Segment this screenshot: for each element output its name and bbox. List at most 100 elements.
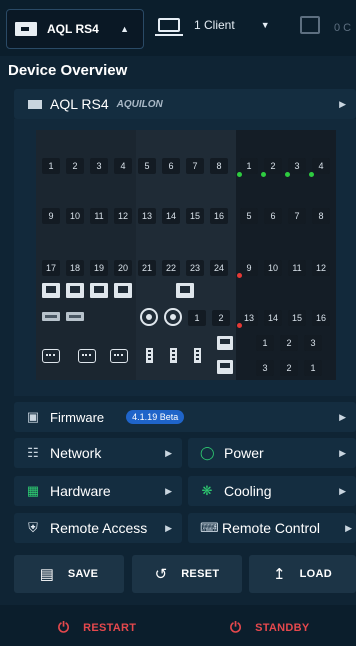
top-right-label: 0 C [334, 22, 352, 34]
hdmi-port-icon [217, 336, 233, 350]
input-port[interactable]: 4 [114, 158, 132, 174]
aux-port[interactable]: 1 [304, 360, 322, 376]
status-led [237, 323, 242, 328]
ethernet-port-icon [176, 283, 194, 298]
network-item[interactable]: ☷ Network ▶ [14, 438, 182, 468]
output-port[interactable]: 4 [312, 158, 330, 174]
mid-port[interactable]: 1 [188, 310, 206, 326]
din-connector-icon [42, 349, 60, 363]
output-port[interactable]: 16 [312, 310, 330, 326]
output-port[interactable]: 9 [240, 260, 258, 276]
output-port[interactable]: 7 [288, 208, 306, 224]
mid-port[interactable]: 2 [212, 310, 230, 326]
remote-access-item[interactable]: ⛨ Remote Access ▶ [14, 513, 182, 543]
network-label: Network [50, 445, 102, 461]
status-led [237, 273, 242, 278]
aux-port[interactable]: 2 [280, 360, 298, 376]
reset-button[interactable]: ↺ RESET [132, 555, 242, 593]
device-header-row[interactable]: AQL RS4 AQUILON ▶ [14, 89, 356, 119]
device-icon [15, 22, 37, 36]
din-connector-icon [78, 349, 96, 363]
chevron-right-icon: ▶ [165, 447, 172, 458]
undo-icon: ↺ [154, 566, 168, 583]
input-port[interactable]: 19 [90, 260, 108, 276]
input-port[interactable]: 7 [186, 158, 204, 174]
page-title: Device Overview [8, 62, 128, 79]
input-port[interactable]: 8 [210, 158, 228, 174]
input-port[interactable]: 17 [42, 260, 60, 276]
cooling-label: Cooling [224, 483, 272, 499]
output-port[interactable]: 10 [264, 260, 282, 276]
grid-device-icon[interactable] [300, 16, 320, 34]
input-port[interactable]: 3 [90, 158, 108, 174]
hardware-icon: ▦ [26, 483, 40, 498]
aux-port[interactable]: 3 [304, 335, 322, 351]
power-item[interactable]: ◯ Power ▶ [188, 438, 356, 468]
ethernet-port-icon [114, 283, 132, 298]
output-port[interactable]: 12 [312, 260, 330, 276]
input-port[interactable]: 12 [114, 208, 132, 224]
output-port[interactable]: 14 [264, 310, 282, 326]
output-port[interactable]: 8 [312, 208, 330, 224]
input-port[interactable]: 9 [42, 208, 60, 224]
power-label: Power [224, 445, 264, 461]
power-icon: ⏻ [58, 619, 70, 635]
output-port[interactable]: 13 [240, 310, 258, 326]
chevron-right-icon: ▶ [165, 522, 172, 533]
ethernet-port-icon [90, 283, 108, 298]
aux-port[interactable]: 2 [280, 335, 298, 351]
output-port[interactable]: 3 [288, 158, 306, 174]
device-front-panel: 1 2 3 4 5 6 7 8 9 10 11 12 13 14 15 16 17 18 19 20 21 22 23 24 1… [36, 130, 336, 380]
device-selector[interactable]: AQL RS4 ▲ [6, 9, 144, 49]
save-button[interactable]: ▤ SAVE [14, 555, 124, 593]
device-model: AQUILON [116, 98, 163, 110]
aux-port[interactable]: 3 [256, 360, 274, 376]
standby-button[interactable]: ⏻ STANDBY [230, 619, 310, 636]
usb-port-icon [194, 348, 201, 363]
client-selector[interactable]: 1 Client ▼ [155, 18, 270, 36]
input-port[interactable]: 24 [210, 260, 228, 276]
restart-button[interactable]: ⏻ RESTART [58, 619, 136, 636]
chevron-right-icon: ▶ [339, 485, 346, 496]
remote-control-item[interactable]: ⌨ Remote Control ▶ [188, 513, 356, 543]
input-port[interactable]: 6 [162, 158, 180, 174]
input-port[interactable]: 18 [66, 260, 84, 276]
bnc-connector-icon [164, 308, 182, 326]
ethernet-port-icon [66, 283, 84, 298]
shield-icon: ⛨ [28, 520, 38, 535]
input-port[interactable]: 23 [186, 260, 204, 276]
load-button[interactable]: ↥ LOAD [249, 555, 356, 593]
output-port[interactable]: 11 [288, 260, 306, 276]
output-port[interactable]: 6 [264, 208, 282, 224]
chevron-right-icon: ▶ [339, 411, 346, 422]
firmware-row[interactable]: ▣ Firmware 4.1.19 Beta ▶ [14, 402, 356, 432]
remote-access-label: Remote Access [50, 520, 148, 536]
bnc-connector-icon [140, 308, 158, 326]
output-port[interactable]: 15 [288, 310, 306, 326]
output-port[interactable]: 5 [240, 208, 258, 224]
network-icon: ☷ [27, 445, 39, 460]
aux-port[interactable]: 1 [256, 335, 274, 351]
device-icon [28, 99, 42, 109]
input-port[interactable]: 5 [138, 158, 156, 174]
input-port[interactable]: 15 [186, 208, 204, 224]
cooling-item[interactable]: ❋ Cooling ▶ [188, 476, 356, 506]
firmware-label: Firmware [50, 409, 105, 425]
power-icon: ⏻ [230, 619, 242, 635]
input-port[interactable]: 14 [162, 208, 180, 224]
output-port[interactable]: 2 [264, 158, 282, 174]
input-port[interactable]: 21 [138, 260, 156, 276]
usb-port-icon [146, 348, 153, 363]
input-port[interactable]: 1 [42, 158, 60, 174]
input-port[interactable]: 20 [114, 260, 132, 276]
hardware-item[interactable]: ▦ Hardware ▶ [14, 476, 182, 506]
input-port[interactable]: 13 [138, 208, 156, 224]
input-port[interactable]: 22 [162, 260, 180, 276]
input-port[interactable]: 16 [210, 208, 228, 224]
input-port[interactable]: 11 [90, 208, 108, 224]
device-name: AQL RS4 [50, 96, 109, 112]
output-port[interactable]: 1 [240, 158, 258, 174]
input-port[interactable]: 10 [66, 208, 84, 224]
input-port[interactable]: 2 [66, 158, 84, 174]
chevron-right-icon: ▶ [339, 98, 346, 109]
